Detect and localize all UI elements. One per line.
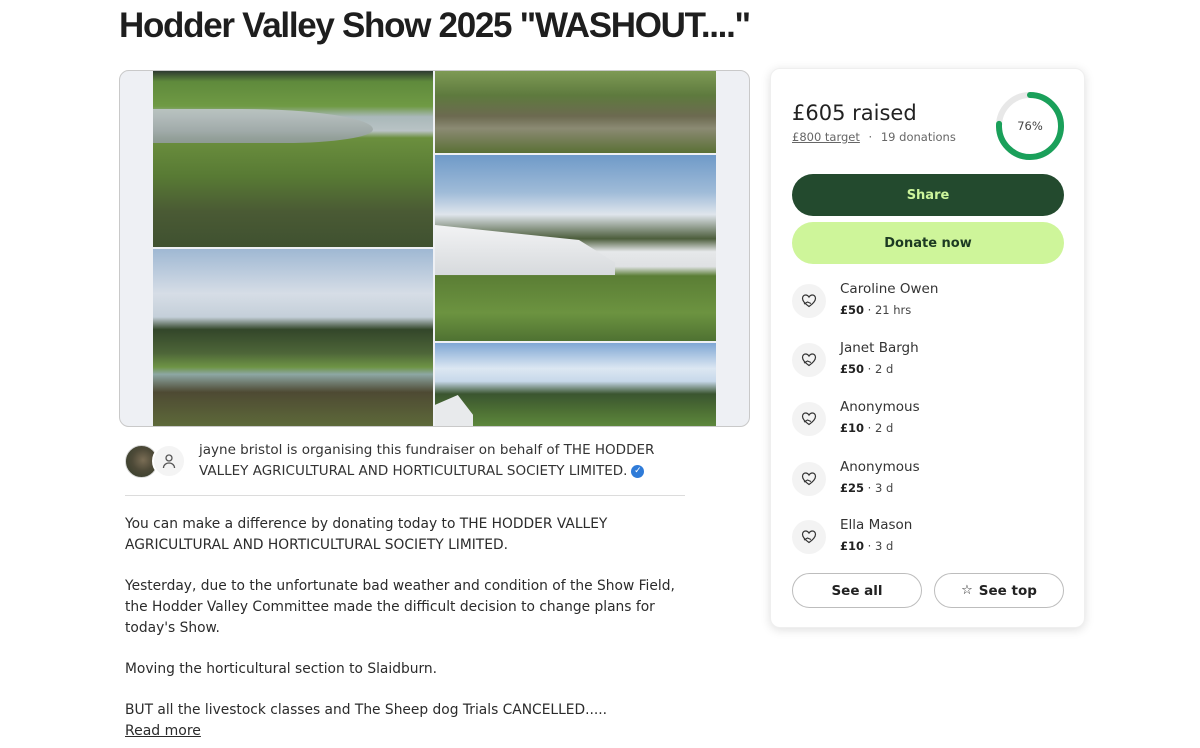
donor-name: Caroline Owen bbox=[840, 281, 939, 297]
story-paragraph: Moving the horticultural section to Slai… bbox=[125, 661, 438, 677]
target-link[interactable]: £800 target bbox=[792, 130, 860, 144]
donor-amount: £10 bbox=[840, 421, 865, 435]
donation-count: 19 donations bbox=[880, 130, 956, 144]
campaign-image-collage[interactable] bbox=[119, 70, 750, 427]
see-top-button[interactable]: ☆ See top bbox=[934, 573, 1064, 608]
read-more-link[interactable]: Read more bbox=[125, 723, 201, 739]
donor-item: Anonymous £25 · 3 d bbox=[792, 457, 1064, 501]
verified-check-icon: ✓ bbox=[631, 464, 645, 478]
donor-item: Ella Mason £10 · 3 d bbox=[792, 515, 1064, 559]
story-paragraph: Yesterday, due to the unfortunate bad we… bbox=[125, 578, 675, 636]
donor-time: 2 d bbox=[874, 362, 894, 376]
heart-hand-icon bbox=[792, 520, 826, 554]
meta-separator: · bbox=[868, 130, 873, 144]
donor-item: Janet Bargh £50 · 2 d bbox=[792, 338, 1064, 382]
amount-raised: £605 raised bbox=[792, 101, 917, 125]
user-icon bbox=[152, 444, 186, 478]
photo-muddy-tracks bbox=[435, 71, 716, 153]
see-all-label: See all bbox=[831, 582, 883, 599]
donor-item: Anonymous £10 · 2 d bbox=[792, 397, 1064, 441]
heart-hand-icon bbox=[792, 462, 826, 496]
story-paragraph: You can make a difference by donating to… bbox=[125, 516, 608, 553]
organiser-section: jayne bristol is organising this fundrai… bbox=[125, 440, 685, 496]
donor-amount: £25 bbox=[840, 481, 865, 495]
story-paragraph: BUT all the livestock classes and The Sh… bbox=[125, 702, 608, 718]
share-button[interactable]: Share bbox=[792, 174, 1064, 216]
donor-name: Janet Bargh bbox=[840, 340, 919, 356]
donation-card: £605 raised £800 target · 19 donations 7… bbox=[770, 68, 1085, 628]
heart-hand-icon bbox=[792, 284, 826, 318]
donor-name: Ella Mason bbox=[840, 517, 913, 533]
donor-name: Anonymous bbox=[840, 399, 920, 415]
donor-amount: £50 bbox=[840, 303, 865, 317]
donor-time: 21 hrs bbox=[874, 303, 912, 317]
donor-name: Anonymous bbox=[840, 459, 920, 475]
star-icon: ☆ bbox=[961, 583, 973, 598]
organiser-text: jayne bristol is organising this fundrai… bbox=[199, 442, 655, 479]
photo-marquee-field bbox=[435, 155, 716, 341]
heart-hand-icon bbox=[792, 343, 826, 377]
donor-time: 3 d bbox=[874, 539, 894, 553]
photo-trees-sky bbox=[435, 343, 716, 426]
see-top-label: See top bbox=[978, 582, 1037, 599]
page-title: Hodder Valley Show 2025 "WASHOUT...." bbox=[119, 6, 751, 45]
progress-percent: 76% bbox=[1017, 119, 1043, 133]
donor-item: Caroline Owen £50 · 21 hrs bbox=[792, 279, 1064, 323]
donor-amount: £10 bbox=[840, 539, 865, 553]
donation-meta: £800 target · 19 donations bbox=[792, 130, 956, 144]
see-all-button[interactable]: See all bbox=[792, 573, 922, 608]
photo-hills-field bbox=[153, 249, 433, 426]
story-text: You can make a difference by donating to… bbox=[125, 514, 695, 741]
donor-time: 3 d bbox=[874, 481, 894, 495]
photo-flooded-field bbox=[153, 71, 433, 247]
donor-amount: £50 bbox=[840, 362, 865, 376]
heart-hand-icon bbox=[792, 402, 826, 436]
donor-time: 2 d bbox=[874, 421, 894, 435]
donate-now-button[interactable]: Donate now bbox=[792, 222, 1064, 264]
